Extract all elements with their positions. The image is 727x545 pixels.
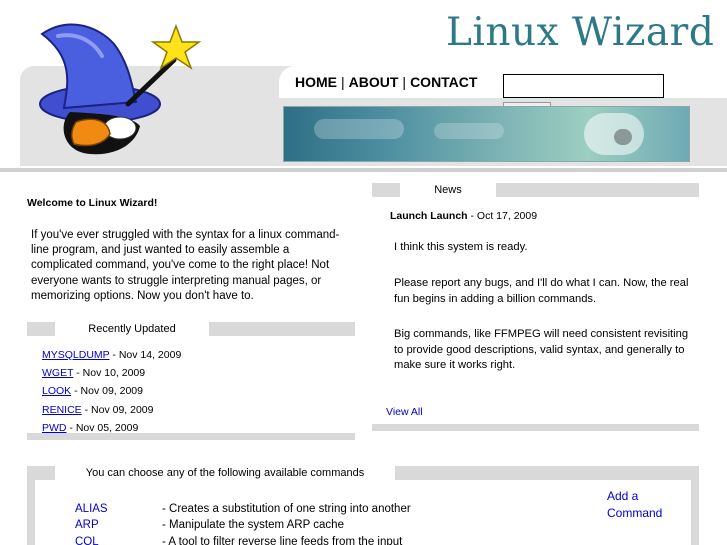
command-link[interactable]: RENICE [42,404,82,416]
news-paragraph: Big commands, like FFMPEG will need cons… [394,328,689,372]
news-paragraph: I think this system is ready. [394,241,528,253]
command-description: - Manipulate the system ARP cache [162,519,344,532]
table-row: COL - A tool to filter reverse line feeds… [75,534,411,545]
table-row: ARP - Manipulate the system ARP cache [75,517,411,533]
command-link[interactable]: COL [75,534,162,545]
view-all-news-link[interactable]: View All [386,406,423,418]
nav-separator: | [341,74,345,90]
news-post-title-line: Launch Launch - Oct 17, 2009 [390,210,537,222]
commands-list: ALIAS - Creates a substitution of one str… [75,501,411,545]
update-date: - Nov 09, 2009 [81,403,154,416]
panel-side-border [691,480,699,545]
header-banner-image [283,106,690,162]
search-input[interactable] [503,74,664,98]
command-link[interactable]: ARP [75,517,162,533]
commands-heading: You can choose any of the following avai… [55,466,395,480]
news-paragraph: Please report any bugs, and I'll do what… [394,277,689,305]
update-date: - Nov 05, 2009 [66,421,139,434]
list-item: WGET - Nov 10, 2009 [42,364,181,382]
list-item: PWD - Nov 05, 2009 [42,419,181,437]
command-description: - A tool to filter reverse line feeds fr… [162,535,403,545]
header-divider [0,168,727,172]
commands-header: You can choose any of the following avai… [27,466,699,480]
wizard-penguin-icon[interactable] [28,4,208,164]
command-link[interactable]: LOOK [42,385,71,397]
table-row: ALIAS - Creates a substitution of one str… [75,501,411,517]
list-item: LOOK - Nov 09, 2009 [42,382,181,400]
list-item: MYSQLDUMP - Nov 14, 2009 [42,346,181,364]
nav-separator: | [402,74,407,90]
update-date: - Nov 14, 2009 [109,349,182,361]
command-link[interactable]: ALIAS [75,501,162,517]
main-nav: HOME | ABOUT | CONTACT [295,74,477,90]
list-item: RENICE - Nov 09, 2009 [42,401,181,419]
news-heading: News [400,183,496,197]
recently-updated-header: Recently Updated [27,322,355,336]
command-link[interactable]: MYSQLDUMP [42,349,110,361]
update-date: - Nov 10, 2009 [73,367,146,380]
recently-updated-list: MYSQLDUMP - Nov 14, 2009 WGET - Nov 10, … [42,346,181,437]
command-link[interactable]: PWD [42,422,67,434]
recently-updated-heading: Recently Updated [55,322,209,336]
add-command-link[interactable]: Add a Command [607,488,677,521]
news-post-title: Launch Launch [390,210,468,222]
panel-side-border [27,480,35,545]
news-header: News [372,183,699,197]
site-logo-text[interactable]: Linux Wizard [446,10,714,55]
news-post-date: - Oct 17, 2009 [467,210,538,222]
command-description: - Creates a substitution of one string i… [162,503,411,515]
nav-home-link[interactable]: HOME [295,74,337,90]
panel-footer [372,424,699,431]
welcome-text: If you've ever struggled with the syntax… [31,229,340,302]
update-date: - Nov 09, 2009 [71,385,143,398]
site-header: Linux Wizard HOME | ABOUT | CONTACT [0,0,727,172]
nav-contact-link[interactable]: CONTACT [410,74,477,90]
welcome-title: Welcome to Linux Wizard! [27,197,158,209]
command-link[interactable]: WGET [42,367,73,379]
nav-about-link[interactable]: ABOUT [349,74,399,90]
